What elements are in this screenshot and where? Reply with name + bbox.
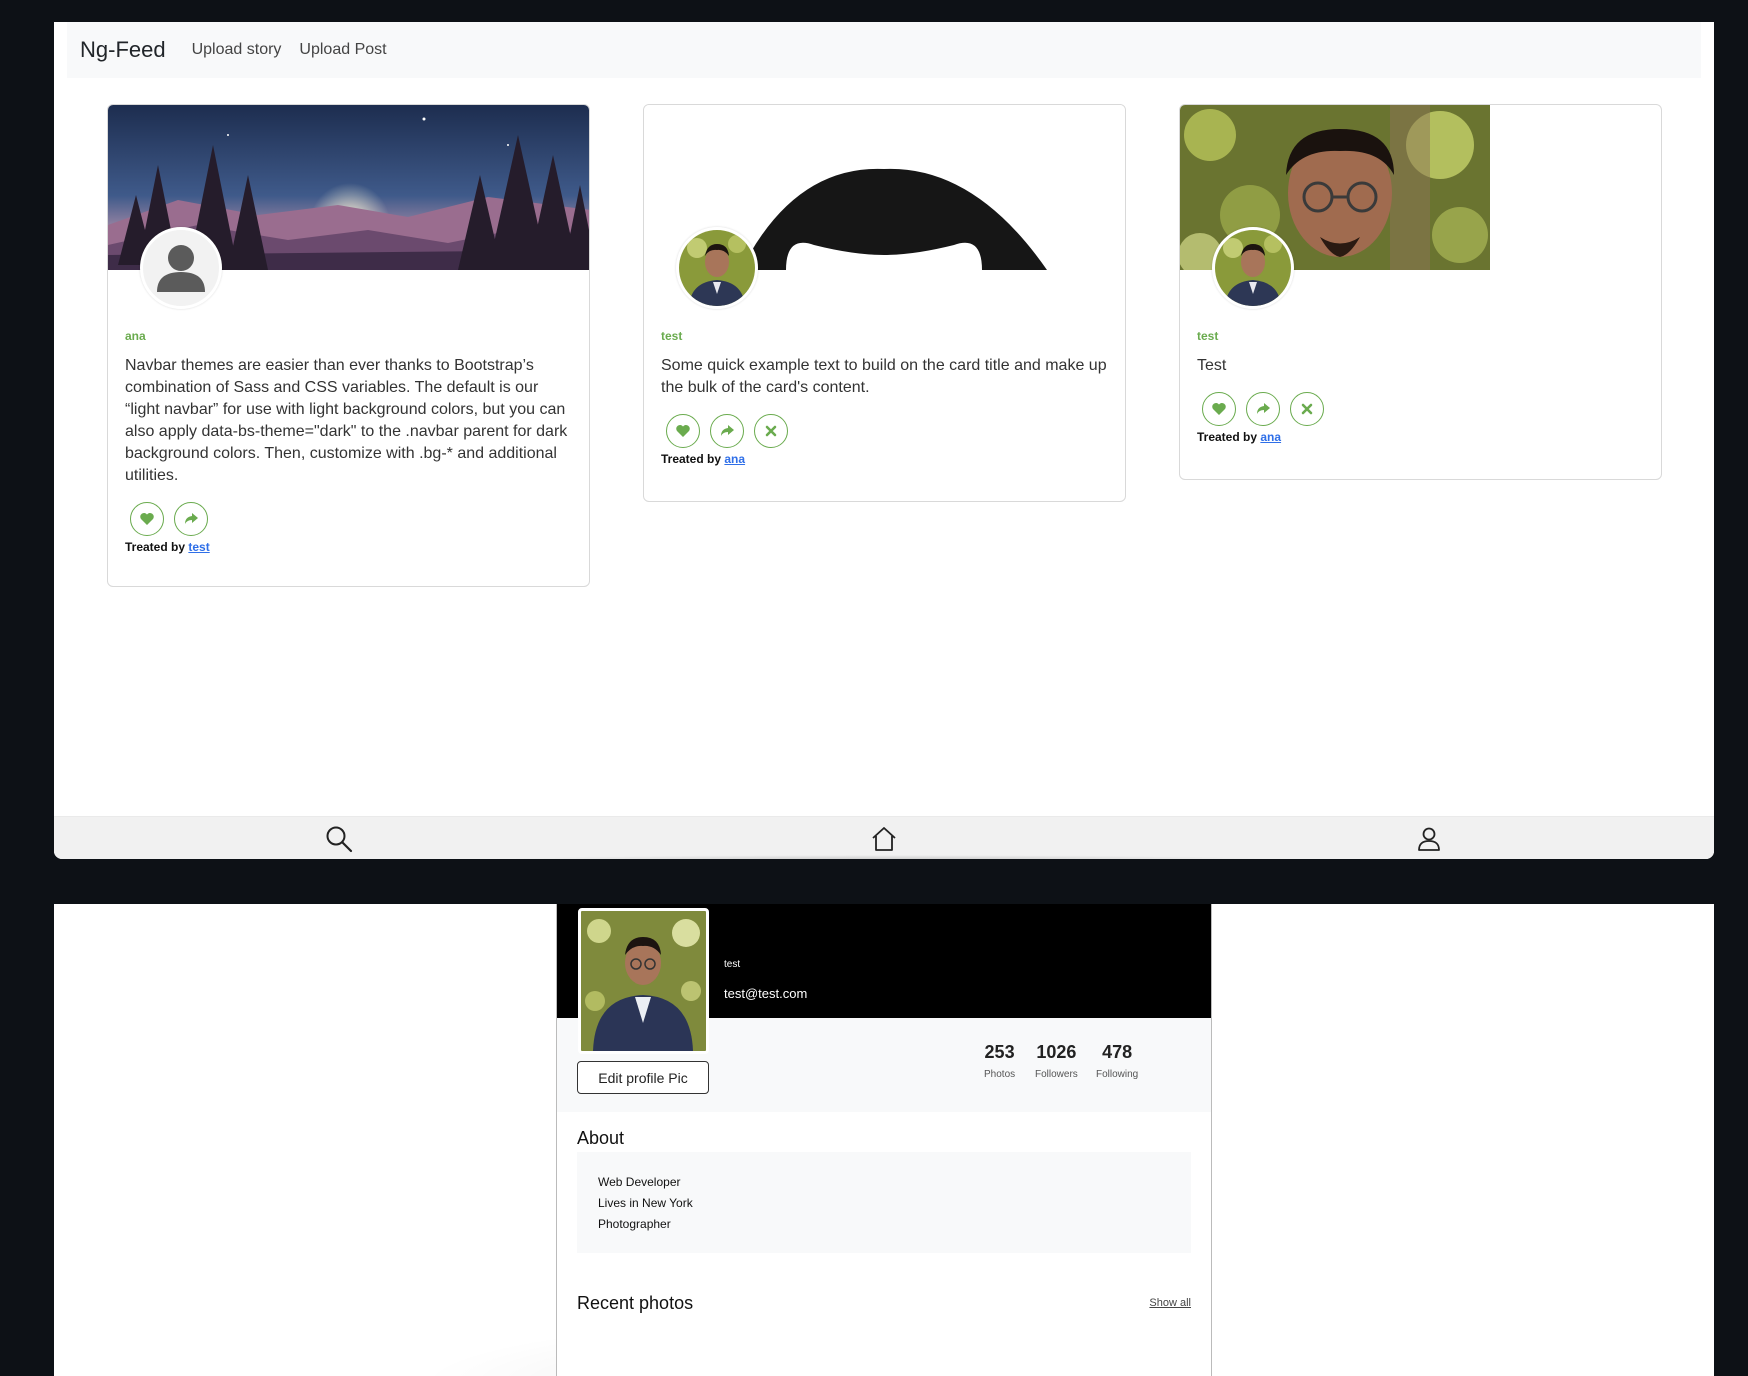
treated-by-link[interactable]: ana — [724, 452, 745, 466]
share-icon — [185, 513, 198, 524]
bottom-nav — [54, 817, 1714, 859]
stat-photos: 253 Photos — [984, 1042, 1015, 1080]
navbar: Ng-Feed Upload story Upload Post — [67, 22, 1701, 78]
heart-icon — [1212, 403, 1226, 415]
treated-by-link[interactable]: test — [188, 540, 209, 554]
share-button[interactable] — [710, 414, 744, 448]
post-text: Test — [1197, 357, 1227, 374]
treated-label: Treated by — [125, 540, 186, 554]
stat-value: 478 — [1102, 1042, 1133, 1062]
about-item: Photographer — [598, 1217, 671, 1231]
post-username[interactable]: ana — [125, 329, 146, 343]
profile-email: test@test.com — [724, 986, 808, 1001]
share-icon — [721, 425, 734, 436]
about-box: Web Developer Lives in New York Photogra… — [577, 1152, 1191, 1253]
stat-followers: 1026 Followers — [1035, 1042, 1078, 1080]
stat-label: Photos — [984, 1069, 1016, 1080]
edit-profile-pic-button[interactable]: Edit profile Pic — [577, 1061, 709, 1094]
like-button[interactable] — [130, 502, 164, 536]
close-icon — [1301, 403, 1313, 415]
profile-panel: test test@test.com Edit profile Pic 253 … — [556, 904, 1212, 1376]
bottom-nav-shadow — [474, 855, 1304, 859]
post-text: Navbar themes are easier than ever thank… — [125, 357, 568, 484]
about-item: Web Developer — [598, 1175, 681, 1189]
share-button[interactable] — [1246, 392, 1280, 426]
profile-screen: test test@test.com Edit profile Pic 253 … — [54, 904, 1714, 1376]
nav-upload-post[interactable]: Upload Post — [299, 41, 386, 59]
remove-button[interactable] — [1290, 392, 1324, 426]
post-card: test Some quick example text to build on… — [643, 104, 1126, 502]
home-icon[interactable] — [869, 825, 899, 853]
recent-photos-heading: Recent photos — [577, 1293, 694, 1313]
stat-label: Followers — [1035, 1069, 1078, 1080]
post-card: ana Navbar themes are easier than ever t… — [107, 104, 590, 587]
stat-label: Following — [1096, 1069, 1139, 1080]
like-button[interactable] — [666, 414, 700, 448]
post-actions — [666, 414, 788, 448]
brand-logo[interactable]: Ng-Feed — [80, 37, 166, 63]
heart-icon — [676, 425, 690, 437]
stat-following: 478 Following — [1096, 1042, 1138, 1080]
close-icon — [765, 425, 777, 437]
profile-picture — [578, 908, 709, 1054]
about-heading: About — [577, 1128, 625, 1148]
nav-upload-story[interactable]: Upload story — [192, 41, 282, 59]
remove-button[interactable] — [754, 414, 788, 448]
post-text: Some quick example text to build on the … — [661, 357, 1107, 396]
profile-name: test — [724, 959, 741, 970]
search-icon[interactable] — [324, 825, 354, 853]
feed-screen: Ng-Feed Upload story Upload Post ana Nav… — [54, 22, 1714, 859]
share-button[interactable] — [174, 502, 208, 536]
avatar[interactable] — [1212, 227, 1294, 309]
avatar[interactable] — [676, 227, 758, 309]
share-icon — [1257, 403, 1270, 414]
treated-label: Treated by — [661, 452, 722, 466]
post-username[interactable]: test — [661, 329, 682, 343]
user-icon[interactable] — [1414, 825, 1444, 853]
treated-by: Treated by ana — [661, 452, 745, 466]
stat-value: 253 — [984, 1042, 1015, 1062]
like-button[interactable] — [1202, 392, 1236, 426]
treated-by-link[interactable]: ana — [1260, 430, 1281, 444]
post-actions — [130, 502, 208, 536]
treated-by: Treated by ana — [1197, 430, 1281, 444]
avatar[interactable] — [140, 227, 222, 309]
post-card: test Test Treated by ana — [1179, 104, 1662, 480]
show-all-link[interactable]: Show all — [1149, 1297, 1191, 1309]
treated-by: Treated by test — [125, 540, 210, 554]
stat-value: 1026 — [1036, 1042, 1077, 1062]
treated-label: Treated by — [1197, 430, 1258, 444]
post-actions — [1202, 392, 1324, 426]
heart-icon — [140, 513, 154, 525]
about-item: Lives in New York — [598, 1196, 693, 1210]
post-username[interactable]: test — [1197, 329, 1218, 343]
